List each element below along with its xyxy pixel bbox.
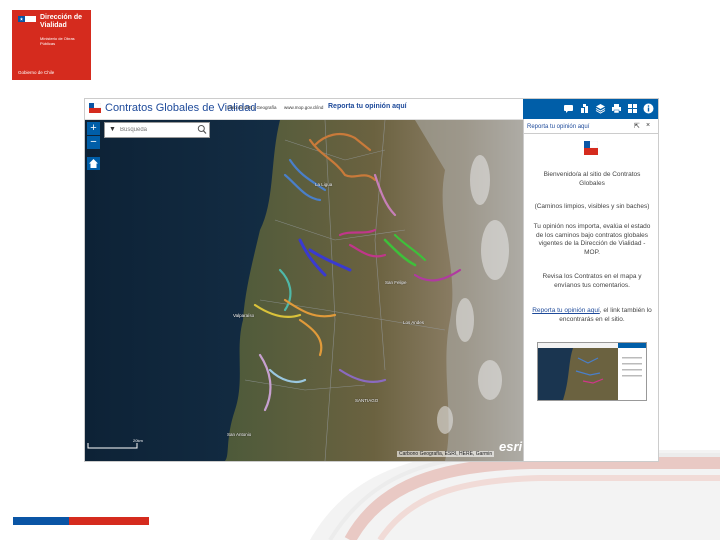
vialidad-logo: Dirección de Vialidad Ministerio de Obra… xyxy=(12,10,91,80)
layers-icon[interactable] xyxy=(595,103,606,114)
panel-description: Tu opinión nos importa, evalúa el estado… xyxy=(533,223,651,256)
map-view[interactable]: Valparaíso San Antonio SANTIAGO Los Ande… xyxy=(85,120,523,461)
toolbar xyxy=(523,99,658,119)
header-link-ide[interactable]: Ídolo de IDE y Geografía xyxy=(227,105,277,110)
search-icon[interactable] xyxy=(197,124,207,135)
panel-instruction: Revisa los Contratos en el mapa y envían… xyxy=(542,273,642,289)
side-panel: Reporta tu opinión aquí ⇱ × Bienvenido/a… xyxy=(523,119,658,461)
grid-icon[interactable] xyxy=(627,103,638,114)
report-link[interactable]: Reporta tu opinión aquí xyxy=(532,307,600,314)
place-label: SANTIAGO xyxy=(355,398,379,403)
place-label: Los Andes xyxy=(403,320,425,325)
scale-bar xyxy=(87,443,138,449)
comment-icon[interactable] xyxy=(563,103,574,114)
header-link-mop[interactable]: www.mop.gov.cl/ind xyxy=(284,105,323,110)
home-icon xyxy=(89,159,98,168)
app-window: Contratos Globales de Vialidad Ídolo de … xyxy=(84,98,659,462)
panel-slogan: (Caminos limpios, visibles y sin baches) xyxy=(534,203,650,210)
panel-title: Reporta tu opinión aquí xyxy=(527,124,590,130)
chile-flag-icon xyxy=(584,141,598,155)
gov-name: Gobierno de Chile xyxy=(18,70,55,75)
chile-flag-icon xyxy=(89,103,101,113)
zoom-in-button[interactable]: + xyxy=(87,122,100,135)
org-name: Dirección de Vialidad xyxy=(40,14,83,29)
panel-link-paragraph: Reporta tu opinión aquí, el link también… xyxy=(532,307,652,324)
satellite-map xyxy=(85,120,523,461)
panel-close-button[interactable]: × xyxy=(646,122,650,129)
place-label: San Felipe xyxy=(385,280,407,285)
chile-flag-icon xyxy=(18,16,36,28)
print-icon[interactable] xyxy=(611,103,622,114)
home-button[interactable] xyxy=(87,157,100,170)
search-box: ▼ xyxy=(104,122,210,138)
panel-minimize-button[interactable]: ⇱ xyxy=(634,122,640,130)
divider xyxy=(524,133,658,134)
place-label: La Ligua xyxy=(315,182,333,187)
layers-stack-icon[interactable] xyxy=(579,103,590,114)
chevron-down-icon[interactable]: ▼ xyxy=(109,126,116,133)
scale-label: 20km xyxy=(133,438,143,443)
zoom-out-button[interactable]: − xyxy=(87,136,100,149)
panel-welcome: Bienvenido/a al sitio de Contratos Globa… xyxy=(543,171,641,187)
esri-logo: esri xyxy=(499,439,523,454)
search-input[interactable] xyxy=(120,124,190,135)
flag-bar xyxy=(13,517,149,525)
app-thumbnail xyxy=(537,342,647,401)
place-label: Valparaíso xyxy=(233,313,255,318)
info-icon[interactable] xyxy=(643,103,654,114)
ministry-name: Ministerio de Obras Públicas xyxy=(40,36,75,46)
app-header: Contratos Globales de Vialidad Ídolo de … xyxy=(85,99,523,120)
header-link-report[interactable]: Reporta tu opinión aquí xyxy=(328,103,407,110)
place-label: San Antonio xyxy=(227,432,252,437)
map-attribution: Carbono Geografía, ESRI, HERE, Garmin xyxy=(397,451,495,457)
